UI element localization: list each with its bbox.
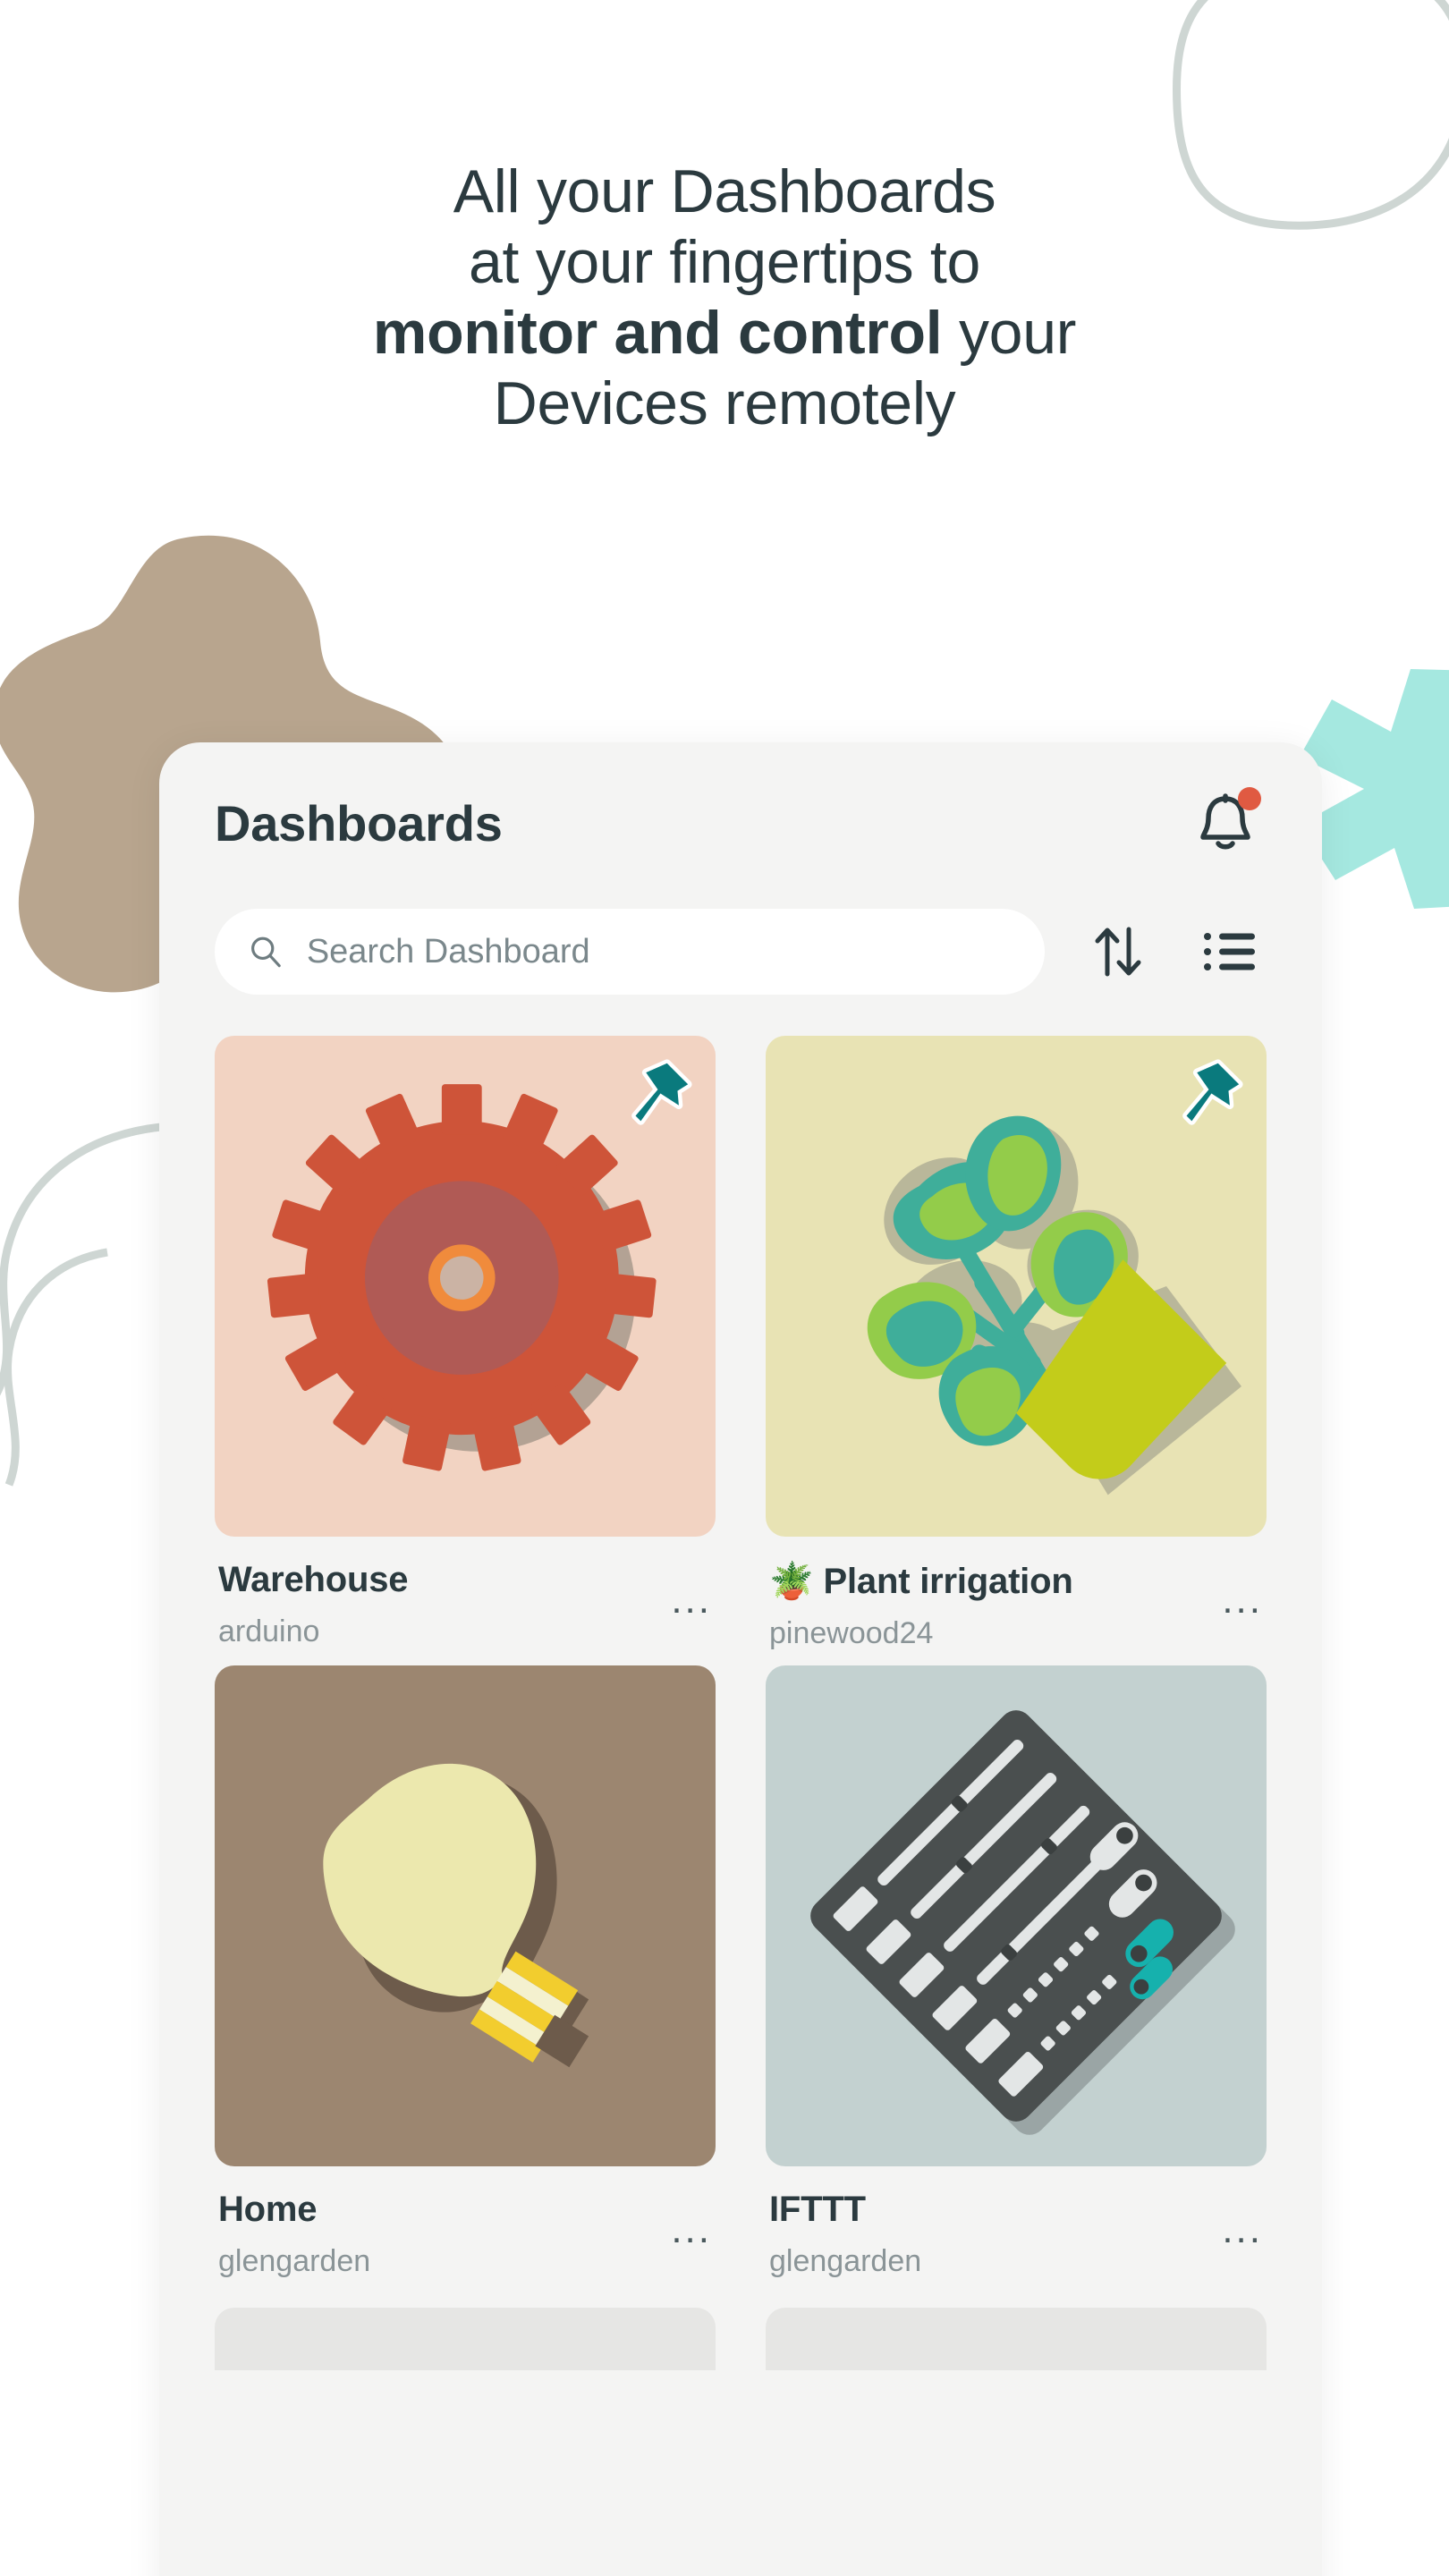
tile-meta: Warehouse arduino ... [215, 1537, 716, 1649]
list-view-icon [1204, 933, 1255, 970]
page-title: All your Dashboards at your fingertips t… [0, 157, 1449, 439]
dashboard-thumbnail-partial[interactable] [215, 2308, 716, 2370]
dashboard-tile-ifttt[interactable]: IFTTT glengarden ... [766, 1665, 1267, 2279]
pin-icon[interactable] [617, 1055, 696, 1134]
dashboard-tile-home[interactable]: Home glengarden ... [215, 1665, 716, 2279]
tile-name: IFTTT [769, 2190, 866, 2229]
app-bar: Dashboards [159, 742, 1322, 903]
tile-owner: pinewood24 [769, 1616, 934, 1650]
list-view-button[interactable] [1191, 914, 1267, 989]
tile-name: 🪴 Plant irrigation [769, 1562, 1073, 1601]
tile-name: Warehouse [218, 1560, 409, 1599]
tile-meta: 🪴 Plant irrigation pinewood24 ... [766, 1537, 1267, 1651]
dashboard-thumbnail-partial[interactable] [766, 2308, 1267, 2370]
leaf-outline-decoration [0, 1123, 161, 1487]
headline-line-3: monitor and control your [0, 298, 1449, 369]
tile-menu-button[interactable]: ... [1222, 1560, 1263, 1620]
headline-bold: monitor and control [372, 298, 943, 367]
dashboard-tile-plant-irrigation[interactable]: 🪴 Plant irrigation pinewood24 ... [766, 1036, 1267, 1651]
headline-line-1: All your Dashboards [453, 157, 996, 225]
phone-mockup: Dashboards Search Dashboard Warehouse ar… [159, 742, 1322, 2576]
notifications-button[interactable] [1184, 782, 1267, 864]
tile-owner: arduino [218, 1614, 320, 1648]
tile-meta: Home glengarden ... [215, 2166, 716, 2279]
sort-button[interactable] [1080, 914, 1156, 989]
search-row [159, 909, 1322, 995]
dashboard-thumbnail[interactable] [766, 1036, 1267, 1537]
search-bar[interactable] [215, 909, 1045, 995]
search-input[interactable] [306, 932, 1011, 971]
tile-owner: glengarden [769, 2244, 922, 2278]
control-panel-illustration [810, 1710, 1235, 2135]
tile-name: Home [218, 2190, 318, 2229]
headline-line-2: at your fingertips to [469, 227, 980, 296]
headline-line-3-rest: your [942, 298, 1077, 367]
light-bulb-illustration [323, 1763, 589, 2068]
tile-menu-button[interactable]: ... [671, 2190, 712, 2250]
dashboard-thumbnail[interactable] [215, 1036, 716, 1537]
dashboard-grid-next-row [159, 2293, 1322, 2370]
pin-icon[interactable] [1168, 1055, 1247, 1134]
dashboard-grid: Warehouse arduino ... 🪴 Plant irrigation… [159, 995, 1322, 2293]
tile-menu-button[interactable]: ... [671, 1560, 712, 1620]
dashboard-thumbnail[interactable] [766, 1665, 1267, 2166]
notification-badge-dot [1238, 787, 1261, 810]
dashboard-tile-warehouse[interactable]: Warehouse arduino ... [215, 1036, 716, 1651]
search-icon [251, 936, 281, 968]
tile-owner: glengarden [218, 2244, 371, 2278]
sort-arrows-icon [1095, 927, 1141, 977]
dashboard-thumbnail[interactable] [215, 1665, 716, 2166]
tile-menu-button[interactable]: ... [1222, 2190, 1263, 2250]
headline-line-4: Devices remotely [493, 369, 956, 437]
page-root: All your Dashboards at your fingertips t… [0, 0, 1449, 2576]
tile-meta: IFTTT glengarden ... [766, 2166, 1267, 2279]
app-title: Dashboards [215, 794, 503, 852]
